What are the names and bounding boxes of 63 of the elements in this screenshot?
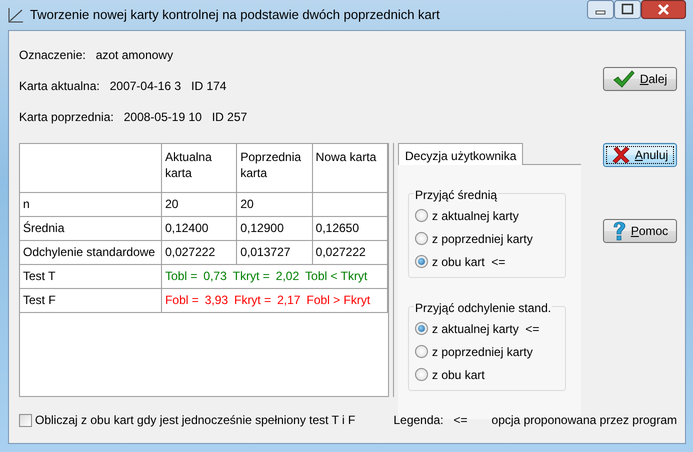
option-label[interactable]: z obu kart bbox=[432, 366, 485, 384]
field-value: ID 174 bbox=[191, 78, 226, 94]
row-label: Test T bbox=[20, 264, 162, 288]
row-label: Test F bbox=[20, 288, 162, 312]
field-value: ID 257 bbox=[212, 108, 248, 126]
table-cell: 0,027222 bbox=[162, 240, 237, 264]
checkbox-label[interactable]: Obliczaj z obu kart gdy jest jednocześnie spełniony test T i F bbox=[35, 411, 356, 429]
option-label[interactable]: z poprzedniej karty bbox=[432, 230, 533, 248]
radio-button[interactable] bbox=[415, 368, 428, 381]
tab[interactable]: Decyzja użytkownika bbox=[398, 143, 524, 165]
checkbox[interactable] bbox=[19, 414, 32, 426]
test-result-text: Tobl < Tkryt bbox=[305, 268, 368, 285]
test-result-text: Fobl = bbox=[165, 292, 199, 309]
table-cell: 0,12650 bbox=[312, 216, 388, 240]
close-button[interactable] bbox=[641, 0, 686, 19]
button[interactable]: Pomoc bbox=[603, 219, 677, 243]
legend-text: Legenda: bbox=[393, 412, 444, 429]
option-label[interactable]: z aktualnej karty <= bbox=[432, 320, 540, 338]
option-label[interactable]: z aktualnej karty bbox=[432, 206, 519, 224]
legend-text: opcja proponowana przez program bbox=[492, 412, 677, 429]
test-result-text: Tobl = bbox=[165, 268, 198, 285]
table-cell: 0,013727 bbox=[236, 240, 312, 264]
legend-text: <= bbox=[454, 412, 468, 429]
test-result-text: Fobl > Fkryt bbox=[306, 292, 370, 309]
field-label: Oznaczenie: bbox=[19, 46, 86, 64]
test-result-text: Tkryt = bbox=[232, 268, 270, 285]
column-header: Poprzednia karta bbox=[236, 144, 312, 192]
row-label: Odchylenie standardowe bbox=[20, 240, 162, 264]
app-icon bbox=[8, 7, 24, 23]
table-cell: 20 bbox=[236, 192, 312, 216]
field-value: 2008-05-19 10 bbox=[124, 108, 202, 126]
field-value: 2007-04-16 3 bbox=[110, 78, 182, 94]
window-title: Tworzenie nowej karty kontrolnej na podstawie dwóch poprzednich kart bbox=[30, 6, 440, 24]
test-result-text: 2,17 bbox=[277, 292, 300, 309]
table-cell: 20 bbox=[162, 192, 237, 216]
button[interactable]: Dalej bbox=[603, 67, 677, 91]
option-label[interactable]: z poprzedniej karty bbox=[432, 342, 533, 360]
radio-button[interactable] bbox=[415, 232, 428, 245]
field-value: azot amonowy bbox=[96, 46, 174, 64]
table-cell: 0,027222 bbox=[312, 240, 388, 264]
question-mark-icon bbox=[612, 221, 626, 241]
radio-button[interactable] bbox=[415, 322, 428, 335]
test-result-text: Fkryt = bbox=[234, 292, 272, 309]
test-result-text: 2,02 bbox=[276, 268, 300, 285]
radio-button[interactable] bbox=[415, 345, 428, 358]
cross-icon bbox=[612, 147, 630, 163]
maximize-button[interactable] bbox=[614, 0, 641, 19]
test-result-text: 3,93 bbox=[204, 292, 228, 309]
radio-button[interactable] bbox=[415, 209, 428, 222]
field-label: Karta poprzednia: bbox=[19, 108, 114, 126]
table-cell: 0,12400 bbox=[162, 216, 237, 240]
row-label: Średnia bbox=[20, 216, 162, 240]
button[interactable]: Anuluj bbox=[603, 143, 677, 167]
column-header: Aktualna karta bbox=[162, 144, 237, 192]
option-label[interactable]: z obu kart <= bbox=[432, 252, 506, 270]
row-label: n bbox=[20, 192, 162, 216]
column-header: Nowa karta bbox=[312, 144, 388, 192]
check-icon bbox=[612, 70, 635, 88]
field-label: Karta aktualna: bbox=[19, 78, 100, 94]
minimize-button[interactable] bbox=[587, 0, 614, 19]
test-result-text: 0,73 bbox=[203, 268, 227, 285]
radio-button[interactable] bbox=[415, 255, 428, 268]
table-cell: 0,12900 bbox=[236, 216, 312, 240]
